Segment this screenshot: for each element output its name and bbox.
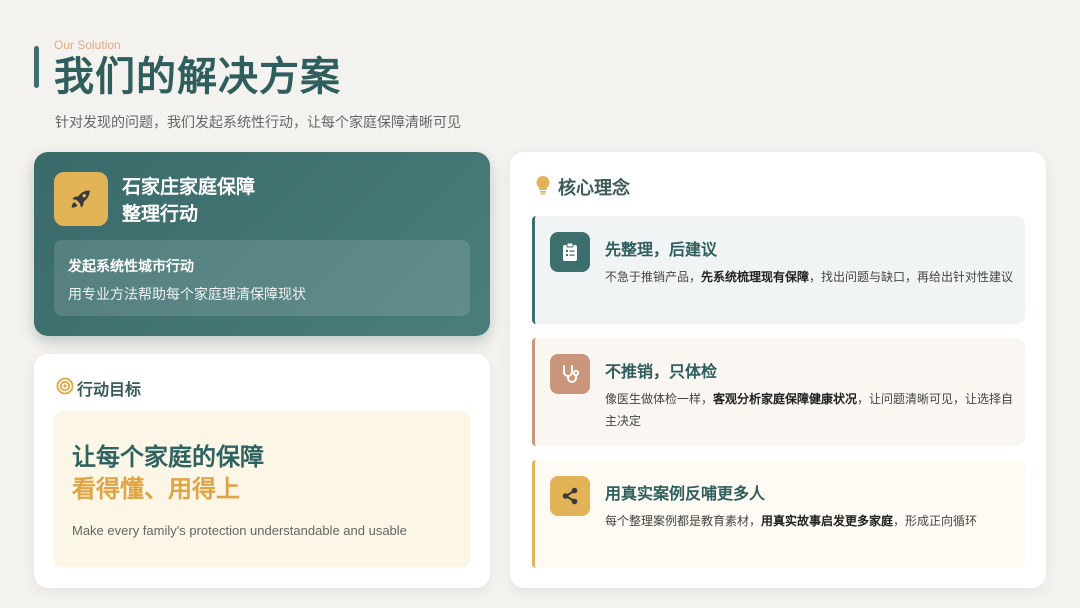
- concept-description: 每个整理案例都是教育素材，用真实故事启发更多家庭，形成正向循环: [605, 514, 978, 528]
- title-accent-bar: [34, 46, 39, 88]
- goal-label: 行动目标: [77, 380, 142, 399]
- goal-statement-line1: 让每个家庭的保障: [72, 443, 264, 471]
- goal-english-text: Make every family's protection understan…: [72, 523, 407, 538]
- concept-title: 不推销，只体检: [605, 362, 718, 381]
- share-icon: [550, 476, 590, 516]
- concept-description: 不急于推销产品，先系统梳理现有保障，找出问题与缺口，再给出针对性建议: [605, 270, 1014, 284]
- goal-card: 行动目标 让每个家庭的保障 看得懂、用得上 Make every family'…: [34, 354, 490, 588]
- page-title: 我们的解决方案: [54, 54, 341, 100]
- hero-card: 石家庄家庭保障 整理行动 发起系统性城市行动 用专业方法帮助每个家庭理清保障现状: [34, 152, 490, 336]
- concept-title: 用真实案例反哺更多人: [605, 484, 766, 503]
- core-header: 核心理念: [534, 174, 630, 200]
- page-subtitle: 针对发现的问题，我们发起系统性行动，让每个家庭保障清晰可见: [55, 115, 461, 131]
- goal-inner-panel: 让每个家庭的保障 看得懂、用得上 Make every family's pro…: [54, 411, 470, 567]
- target-icon: [56, 377, 74, 399]
- core-label: 核心理念: [558, 178, 630, 199]
- hero-inner-description: 用专业方法帮助每个家庭理清保障现状: [68, 287, 306, 303]
- concept-item: 先整理，后建议 不急于推销产品，先系统梳理现有保障，找出问题与缺口，再给出针对性…: [532, 216, 1025, 324]
- concept-description: 像医生做体检一样，客观分析家庭保障健康状况，让问题清晰可见，让选择自主决定: [605, 392, 1014, 428]
- hero-title: 石家庄家庭保障 整理行动: [122, 174, 255, 228]
- rocket-icon: [54, 172, 108, 226]
- lightbulb-icon: [534, 175, 552, 199]
- goal-header: 行动目标: [56, 376, 141, 400]
- core-concepts-card: 核心理念 先整理，后建议 不急于推销产品，先系统梳理现有保障，找出问题与缺口，再…: [510, 152, 1046, 588]
- hero-inner-panel: 发起系统性城市行动 用专业方法帮助每个家庭理清保障现状: [54, 240, 470, 316]
- goal-statement-line2: 看得懂、用得上: [72, 475, 240, 503]
- concept-item: 不推销，只体检 像医生做体检一样，客观分析家庭保障健康状况，让问题清晰可见，让选…: [532, 338, 1025, 446]
- stethoscope-icon: [550, 354, 590, 394]
- concept-title: 先整理，后建议: [605, 240, 718, 259]
- hero-inner-title: 发起系统性城市行动: [68, 259, 194, 275]
- concept-item: 用真实案例反哺更多人 每个整理案例都是教育素材，用真实故事启发更多家庭，形成正向…: [532, 460, 1025, 568]
- hero-title-line1: 石家庄家庭保障: [122, 176, 256, 198]
- clipboard-icon: [550, 232, 590, 272]
- hero-title-line2: 整理行动: [122, 203, 199, 225]
